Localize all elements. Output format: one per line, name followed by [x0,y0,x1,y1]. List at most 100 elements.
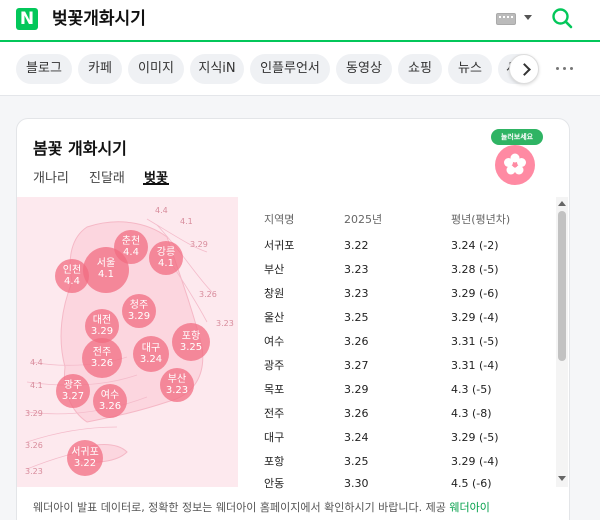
cell-region: 울산 [264,311,285,324]
city-marker-daegu[interactable]: 대구 3.24 [133,336,169,372]
cell-normal: 3.24 (-2) [451,239,499,252]
data-source-note: 웨더아이 발표 데이터로, 정확한 정보는 웨더아이 홈페이지에서 확인하시기 … [33,499,490,515]
tab-video[interactable]: 동영상 [336,54,392,84]
tab-influencer[interactable]: 인플루언서 [250,54,330,84]
source-link[interactable]: 웨더아이 [449,501,489,514]
table-row: 포항 3.25 3.29 (-4) [238,455,558,479]
tabs-next-button[interactable] [509,54,539,84]
search-query-text[interactable]: 벚꽃개화시기 [52,8,146,30]
table-row: 광주 3.27 3.31 (-4) [238,359,558,383]
col-header-region: 지역명 [264,213,295,226]
cell-2025: 3.29 [344,383,369,396]
isoline-label: 3.29 [190,240,208,249]
cell-region: 서귀포 [264,239,295,252]
cell-normal: 3.28 (-5) [451,263,499,276]
cell-region: 전주 [264,407,285,420]
isoline-label: 3.26 [25,441,43,450]
city-marker-gangneung[interactable]: 강릉 4.1 [149,241,183,275]
isoline-label: 4.1 [30,381,43,390]
cell-2025: 3.23 [344,263,369,276]
city-marker-jeonju[interactable]: 전주 3.26 [82,338,122,378]
tab-kin[interactable]: 지식iN [190,54,244,84]
city-marker-gwangju[interactable]: 광주 3.27 [56,374,90,408]
tab-news[interactable]: 뉴스 [448,54,492,84]
city-marker-cheongju[interactable]: 청주 3.29 [122,294,156,328]
city-marker-seoul[interactable]: 서울 4.1 [83,247,129,293]
subtab-forsythia[interactable]: 개나리 [33,167,69,186]
cell-normal: 3.31 (-5) [451,335,499,348]
cell-region: 광주 [264,359,285,372]
blossom-card: 봄꽃 개화시기 개나리 진달래 벚꽃 눌러보세요 4.4 4.1 3.29 3.… [16,118,570,520]
cell-region: 여수 [264,335,285,348]
search-icon[interactable] [551,7,573,29]
cell-2025: 3.24 [344,431,369,444]
isoline-label: 4.4 [30,358,43,367]
search-header: N 벚꽃개화시기 [0,0,600,40]
more-menu-icon[interactable] [556,67,574,71]
cell-2025: 3.22 [344,239,369,252]
active-subtab-indicator [143,183,169,185]
table-row: 여수 3.26 3.31 (-5) [238,335,558,359]
isoline-label: 3.23 [25,467,43,476]
tap-me-badge[interactable]: 눌러보세요 [489,129,545,191]
cell-region: 부산 [264,263,285,276]
cell-normal: 4.3 (-5) [451,383,492,396]
cell-normal: 3.29 (-4) [451,455,499,468]
cell-2025: 3.27 [344,359,369,372]
tab-shopping[interactable]: 쇼핑 [398,54,442,84]
keyboard-icon[interactable] [496,13,516,25]
subtab-azalea[interactable]: 진달래 [89,167,125,186]
table-row: 울산 3.25 3.29 (-4) [238,311,558,335]
city-marker-busan[interactable]: 부산 3.23 [160,368,194,402]
tab-blog[interactable]: 블로그 [16,54,72,84]
cell-region: 포항 [264,455,285,468]
card-title: 봄꽃 개화시기 [33,139,127,158]
cell-normal: 4.5 (-6) [451,477,492,490]
table-row: 전주 3.26 4.3 (-8) [238,407,558,431]
table-row: 창원 3.23 3.29 (-6) [238,287,558,311]
cell-2025: 3.25 [344,311,369,324]
blossom-badge-icon [495,145,535,185]
blossom-table: 지역명 2025년 평년(평년차) 서귀포 3.22 3.24 (-2) 부산 … [238,197,569,490]
cell-normal: 3.29 (-5) [451,431,499,444]
cell-normal: 3.29 (-6) [451,287,499,300]
cell-region: 목포 [264,383,285,396]
col-header-2025: 2025년 [344,213,383,226]
cell-normal: 3.31 (-4) [451,359,499,372]
chevron-down-icon[interactable] [524,15,532,20]
col-header-normal: 평년(평년차) [451,213,511,226]
tab-image[interactable]: 이미지 [128,54,184,84]
naver-logo[interactable]: N [16,8,38,30]
badge-label: 눌러보세요 [491,129,543,145]
scroll-up-icon[interactable] [558,201,566,206]
cell-2025: 3.30 [344,477,369,490]
city-marker-yeosu[interactable]: 여수 3.26 [93,384,127,418]
table-row: 목포 3.29 4.3 (-5) [238,383,558,407]
cell-region: 창원 [264,287,285,300]
cell-region: 대구 [264,431,285,444]
source-note-text: 웨더아이 발표 데이터로, 정확한 정보는 웨더아이 홈페이지에서 확인하시기 … [33,501,446,514]
isoline-label: 4.4 [155,206,168,215]
isoline-label: 3.26 [199,290,217,299]
cell-normal: 3.29 (-4) [451,311,499,324]
cell-2025: 3.26 [344,335,369,348]
city-marker-seogwipo[interactable]: 서귀포 3.22 [67,440,103,476]
table-row: 서귀포 3.22 3.24 (-2) [238,239,558,263]
table-row: 대구 3.24 3.29 (-5) [238,431,558,455]
search-tabs: 블로그 카페 이미지 지식iN 인플루언서 동영상 쇼핑 뉴스 서 [0,42,600,96]
table-row: 안동 3.30 4.5 (-6) [238,477,558,501]
cell-2025: 3.25 [344,455,369,468]
city-marker-pohang[interactable]: 포항 3.25 [172,323,210,361]
cell-region: 안동 [264,477,285,490]
scroll-down-icon[interactable] [558,476,566,481]
cell-2025: 3.26 [344,407,369,420]
tab-cafe[interactable]: 카페 [78,54,122,84]
table-row: 부산 3.23 3.28 (-5) [238,263,558,287]
isoline-label: 3.23 [216,319,234,328]
scrollbar-thumb[interactable] [558,211,566,361]
isoline-label: 4.1 [180,217,193,226]
blossom-map: 4.4 4.1 3.29 3.26 3.23 4.4 4.1 3.29 3.26… [17,197,238,487]
cell-2025: 3.23 [344,287,369,300]
isoline-label: 3.29 [25,409,43,418]
cell-normal: 4.3 (-8) [451,407,492,420]
